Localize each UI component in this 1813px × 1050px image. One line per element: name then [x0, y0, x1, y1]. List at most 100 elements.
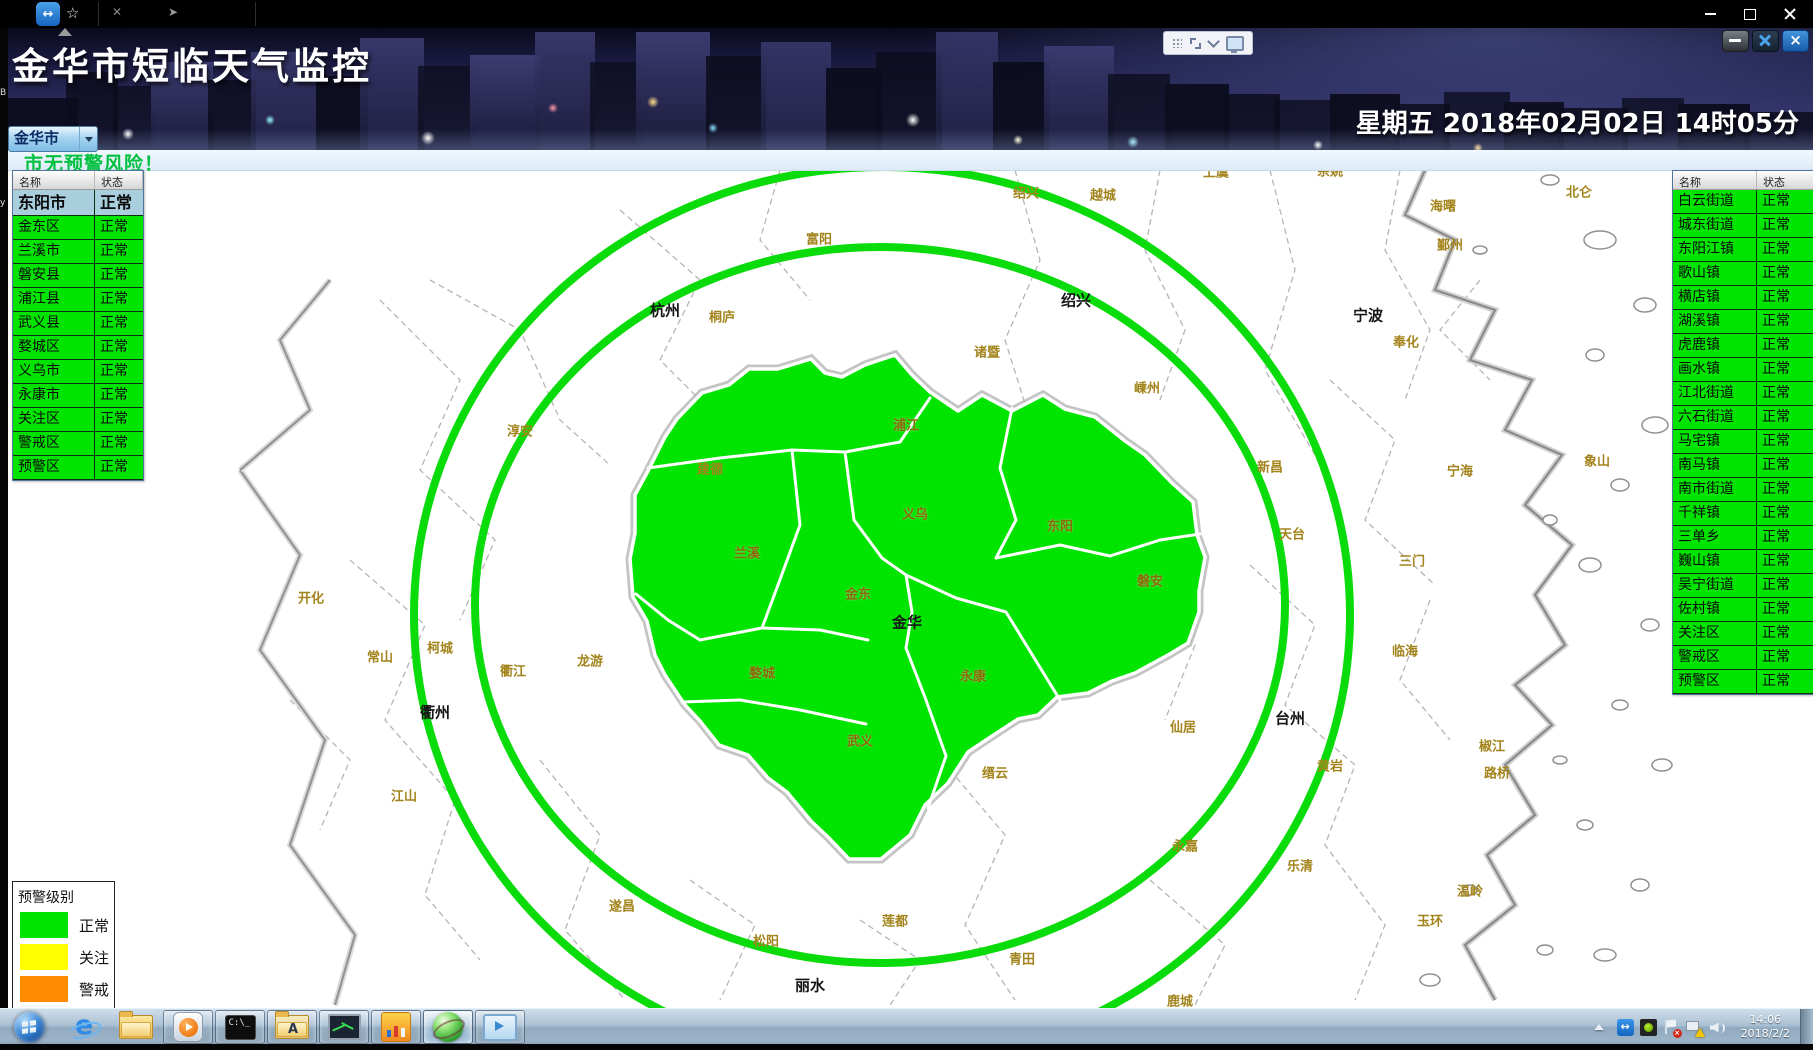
- county-boundary: [950, 770, 1015, 1000]
- island: [1541, 175, 1559, 185]
- tray-expand-button[interactable]: [1594, 1024, 1604, 1030]
- media-display: [483, 1014, 517, 1041]
- county-boundary: [1005, 170, 1040, 420]
- region-status-row[interactable]: 白云街道正常: [1673, 190, 1813, 214]
- region-name: 湖溪镇: [1673, 310, 1757, 333]
- region-status-row[interactable]: 东阳市正常: [13, 190, 143, 216]
- region-status-row[interactable]: 南市街道正常: [1673, 478, 1813, 502]
- clock-date: 2018/2/2: [1741, 1027, 1790, 1041]
- county-boundary: [1400, 600, 1450, 740]
- region-status-row[interactable]: 千祥镇正常: [1673, 502, 1813, 526]
- region-status-row[interactable]: 关注区正常: [1673, 622, 1813, 646]
- region-status-row[interactable]: 马宅镇正常: [1673, 430, 1813, 454]
- region-status-row[interactable]: 城东街道正常: [1673, 214, 1813, 238]
- island: [1543, 515, 1557, 525]
- app-minimize-button[interactable]: [1722, 30, 1749, 52]
- region-status-row[interactable]: 歌山镇正常: [1673, 262, 1813, 286]
- nvidia-tray[interactable]: [1640, 1019, 1657, 1036]
- start-button[interactable]: [1, 1010, 57, 1044]
- window-minimize-button[interactable]: [1697, 3, 1723, 25]
- region-status-row[interactable]: 金东区正常: [13, 216, 143, 240]
- region-status-row[interactable]: 横店镇正常: [1673, 286, 1813, 310]
- region-status-row[interactable]: 磐安县正常: [13, 264, 143, 288]
- region-status-row[interactable]: 三单乡正常: [1673, 526, 1813, 550]
- region-status-row[interactable]: 婺城区正常: [13, 336, 143, 360]
- region-status: 正常: [95, 456, 143, 479]
- legend-item: 关注: [13, 941, 114, 973]
- app-close-button[interactable]: ×: [1782, 30, 1809, 52]
- taskbar-system-monitor-button[interactable]: [319, 1010, 369, 1044]
- taskbar-globe-app-button[interactable]: [423, 1010, 473, 1044]
- region-status-row[interactable]: 南马镇正常: [1673, 454, 1813, 478]
- region-status-row[interactable]: 湖溪镇正常: [1673, 310, 1813, 334]
- region-status-row[interactable]: 巍山镇正常: [1673, 550, 1813, 574]
- region-status-row[interactable]: 永康市正常: [13, 384, 143, 408]
- remote-session-toolbar[interactable]: [1163, 31, 1253, 55]
- region-status-row[interactable]: 义乌市正常: [13, 360, 143, 384]
- taskbar-chart-app-button[interactable]: [371, 1010, 421, 1044]
- region-status: 正常: [95, 336, 143, 359]
- region-status-row[interactable]: 江北街道正常: [1673, 382, 1813, 406]
- taskbar-media-display-button[interactable]: [475, 1010, 525, 1044]
- region-status-row[interactable]: 虎鹿镇正常: [1673, 334, 1813, 358]
- region-status-row[interactable]: 浦江县正常: [13, 288, 143, 312]
- region-status-row[interactable]: 预警区正常: [13, 456, 143, 480]
- window-maximize-button[interactable]: [1737, 3, 1763, 25]
- region-status-row[interactable]: 东阳江镇正常: [1673, 238, 1813, 262]
- region-status-row[interactable]: 预警区正常: [1673, 670, 1813, 694]
- region-status-row[interactable]: 兰溪市正常: [13, 240, 143, 264]
- region-status-row[interactable]: 佐村镇正常: [1673, 598, 1813, 622]
- region-name: 永康市: [13, 384, 95, 407]
- start-orb: [14, 1012, 45, 1043]
- show-desktop-button[interactable]: [1800, 1009, 1813, 1045]
- taskbar-file-explorer-button[interactable]: [111, 1010, 161, 1044]
- region-name: 虎鹿镇: [1673, 334, 1757, 357]
- taskbar-internet-explorer-button[interactable]: e: [59, 1010, 109, 1044]
- region-status-row[interactable]: 关注区正常: [13, 408, 143, 432]
- tab-close-icon[interactable]: ✕: [112, 5, 122, 19]
- city-selector-dropdown[interactable]: 金华市: [8, 126, 98, 152]
- region-status-row[interactable]: 警戒区正常: [1673, 646, 1813, 670]
- window-close-button[interactable]: [1777, 3, 1803, 25]
- taskbar-clock[interactable]: 14:06 2018/2/2: [1741, 1013, 1790, 1042]
- action-center-tray[interactable]: ×: [1663, 1019, 1680, 1036]
- region-status: 正常: [1757, 190, 1813, 213]
- region-status: 正常: [1757, 382, 1813, 405]
- taskbar-media-player-button[interactable]: [163, 1010, 213, 1044]
- dropdown-arrow-button[interactable]: [79, 127, 97, 151]
- monitor-icon[interactable]: [1226, 36, 1244, 51]
- city-selector-value: 金华市: [9, 127, 79, 151]
- region-status-row[interactable]: 画水镇正常: [1673, 358, 1813, 382]
- fullscreen-icon[interactable]: [1190, 38, 1201, 49]
- grid-icon[interactable]: [1172, 38, 1182, 48]
- legend-label: 警戒: [79, 979, 109, 1000]
- teamviewer-icon[interactable]: ↔: [36, 2, 60, 26]
- region-status: 正常: [1757, 310, 1813, 333]
- nav-arrow-icon[interactable]: ➤: [168, 5, 178, 19]
- taskbar-command-prompt-button[interactable]: C:\_: [215, 1010, 265, 1044]
- region-status-row[interactable]: 武义县正常: [13, 312, 143, 336]
- chevron-down-icon[interactable]: [1207, 35, 1220, 48]
- system-monitor: [328, 1014, 361, 1040]
- teamviewer-tray[interactable]: ↔: [1617, 1019, 1634, 1036]
- region-name: 东阳江镇: [1673, 238, 1757, 261]
- column-header: 状态: [1757, 171, 1813, 189]
- favorites-star-icon[interactable]: ☆: [66, 4, 79, 22]
- map-canvas[interactable]: [0, 170, 1813, 1008]
- island: [1577, 820, 1593, 830]
- region-status-row[interactable]: 吴宁街道正常: [1673, 574, 1813, 598]
- volume-tray[interactable]: [1709, 1019, 1726, 1036]
- region-name: 关注区: [1673, 622, 1757, 645]
- region-name: 白云街道: [1673, 190, 1757, 213]
- region-status-row[interactable]: 警戒区正常: [13, 432, 143, 456]
- region-status: 正常: [1757, 526, 1813, 549]
- region-status: 正常: [1757, 670, 1813, 693]
- region-status-row[interactable]: 六石街道正常: [1673, 406, 1813, 430]
- app-fullscreen-button[interactable]: [1752, 30, 1779, 52]
- legend-title: 预警级别: [13, 882, 114, 909]
- weather-map[interactable]: 绍兴越城上虞余姚海曙鄞州北仑富阳桐庐诸暨奉化嵊州新昌宁海象山淳安建德龙游柯城常山…: [0, 170, 1813, 1008]
- legend-swatch: [20, 944, 68, 970]
- network-warning-tray[interactable]: [1686, 1019, 1703, 1036]
- taskbar-design-tools-button[interactable]: A: [267, 1010, 317, 1044]
- region-name: 金东区: [13, 216, 95, 239]
